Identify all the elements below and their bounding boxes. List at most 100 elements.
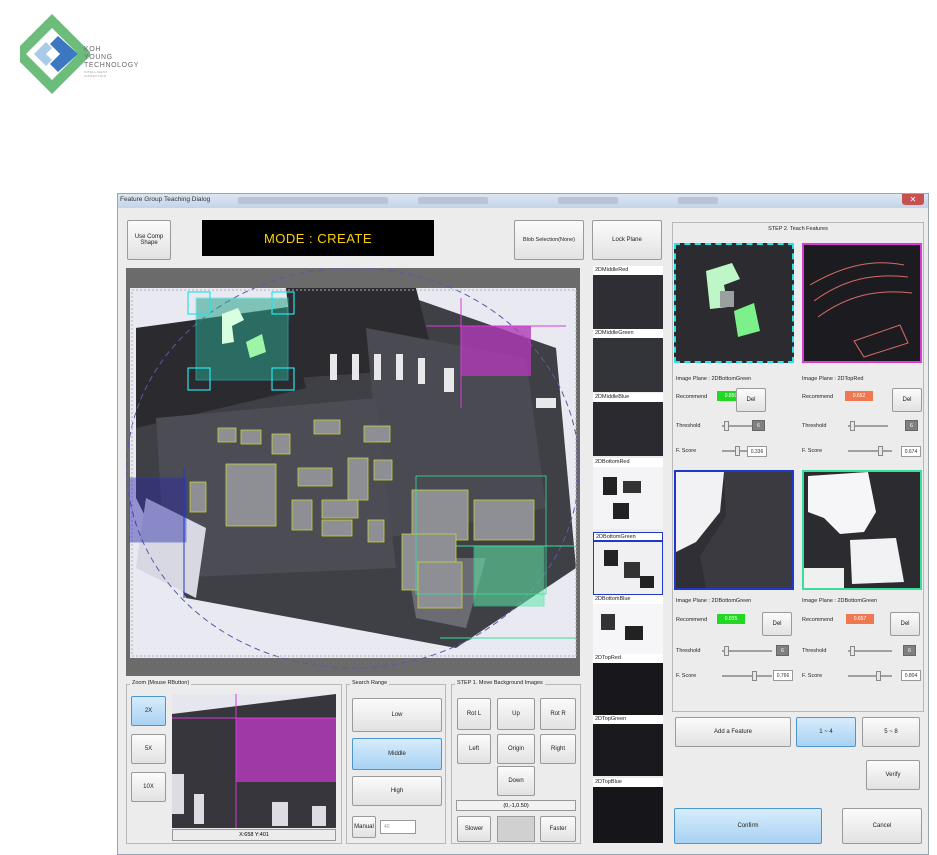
thumb-image[interactable] <box>593 338 663 392</box>
thumb-label[interactable]: 2DBottomBlue <box>593 595 663 604</box>
title-bar[interactable]: Feature Group Teaching Dialog ✕ <box>118 194 928 208</box>
feature-2-delete-button[interactable]: Del <box>892 388 922 412</box>
thumb-image[interactable] <box>593 663 663 715</box>
feature-2-fscore-slider[interactable] <box>848 446 892 456</box>
manual-input[interactable]: 40 <box>380 820 416 834</box>
search-low-button[interactable]: Low <box>352 698 442 732</box>
rotate-right-button[interactable]: Rot R <box>540 698 576 730</box>
search-high-button[interactable]: High <box>352 776 442 806</box>
lock-plane-button[interactable]: Lock Plane <box>592 220 662 260</box>
thumb-label[interactable]: 2DMiddleBlue <box>593 393 663 402</box>
zoom-5x-button[interactable]: 5X <box>131 734 166 764</box>
blob-selection-button[interactable]: Blob Selection(None) <box>514 220 584 260</box>
confirm-button[interactable]: Confirm <box>674 808 822 844</box>
zoom-coords: X:658 Y:401 <box>172 829 336 841</box>
threshold-label: Threshold <box>676 648 701 654</box>
feature-3-image[interactable] <box>674 470 794 590</box>
page-1-4-button[interactable]: 1 ~ 4 <box>796 717 856 747</box>
window-title: Feature Group Teaching Dialog <box>120 196 211 203</box>
feature-4-fscore-slider[interactable] <box>848 671 892 681</box>
feature-4-fscore-value: 0.804 <box>901 670 921 681</box>
thumb-label[interactable]: 2DBottomRed <box>593 458 663 467</box>
feature-4-image[interactable] <box>802 470 922 590</box>
feature-4-delete-button[interactable]: Del <box>890 612 920 636</box>
fscore-label: F. Score <box>676 673 697 679</box>
move-right-button[interactable]: Right <box>540 734 576 764</box>
slower-button[interactable]: Slower <box>457 816 491 842</box>
title-blur <box>558 197 618 204</box>
recommend-label: Recommend <box>802 394 834 400</box>
fscore-label: F. Score <box>802 448 823 454</box>
thumb-label[interactable]: 2DTopRed <box>593 654 663 663</box>
image-plane-list: 2DMiddleRed 2DMiddleGreen 2DMiddleBlue 2… <box>593 264 663 844</box>
move-up-button[interactable]: Up <box>497 698 535 730</box>
cancel-button[interactable]: Cancel <box>842 808 922 844</box>
feature-3-threshold-slider[interactable] <box>722 646 772 656</box>
feature-2-threshold-value: 6 <box>905 420 918 431</box>
title-blur <box>418 197 488 204</box>
rotate-left-button[interactable]: Rot L <box>457 698 491 730</box>
title-extra <box>678 197 718 204</box>
main-image-view[interactable] <box>126 268 580 676</box>
page-5-8-button[interactable]: 5 ~ 8 <box>862 717 920 747</box>
thumb-image[interactable] <box>593 787 663 843</box>
thumb-image[interactable] <box>593 604 663 654</box>
close-icon[interactable]: ✕ <box>902 194 924 205</box>
thumb-image[interactable] <box>593 467 663 529</box>
feature-2-fscore-value: 0.674 <box>901 446 921 457</box>
origin-button[interactable]: Origin <box>497 734 535 764</box>
feature-3-fscore-slider[interactable] <box>722 671 772 681</box>
feature-3-recommend: 0.835 <box>717 614 745 624</box>
feature-2-plane: Image Plane : 2DTopRed <box>802 376 864 382</box>
thumb-label-selected[interactable]: 2DBottomGreen <box>593 532 663 541</box>
thumb-label[interactable]: 2DTopBlue <box>593 778 663 787</box>
zoom-10x-button[interactable]: 10X <box>131 772 166 802</box>
threshold-label: Threshold <box>802 648 827 654</box>
zoom-2x-button[interactable]: 2X <box>131 696 166 726</box>
manual-button[interactable]: Manual <box>352 816 376 838</box>
thumb-image[interactable] <box>593 402 663 456</box>
search-middle-button[interactable]: Middle <box>352 738 442 770</box>
verify-button[interactable]: Verify <box>866 760 920 790</box>
feature-3-delete-button[interactable]: Del <box>762 612 792 636</box>
recommend-label: Recommend <box>676 394 708 400</box>
move-left-button[interactable]: Left <box>457 734 491 764</box>
feature-1-fscore-value: 0.336 <box>747 446 767 457</box>
faster-button[interactable]: Faster <box>540 816 576 842</box>
feature-3-plane: Image Plane : 2DBottomGreen <box>676 598 752 604</box>
title-blur <box>238 197 388 204</box>
step2-label: STEP 2. Teach Features <box>768 226 828 232</box>
feature-2-threshold-slider[interactable] <box>848 421 888 431</box>
mode-display: MODE : CREATE <box>202 220 434 256</box>
feature-1-plane: Image Plane : 2DBottomGreen <box>676 376 752 382</box>
add-feature-button[interactable]: Add a Feature <box>675 717 791 747</box>
zoom-preview <box>172 694 336 828</box>
fscore-label: F. Score <box>802 673 823 679</box>
feature-4-threshold-slider[interactable] <box>848 646 892 656</box>
speed-indicator <box>497 816 535 842</box>
step1-label: STEP 1. Move Background Images <box>455 680 545 686</box>
use-comp-shape-button[interactable]: Use Comp Shape <box>127 220 171 260</box>
feature-3-threshold-value: 6 <box>776 645 789 656</box>
recommend-label: Recommend <box>802 617 834 623</box>
feature-1-delete-button[interactable]: Del <box>736 388 766 412</box>
thumb-image[interactable] <box>593 724 663 776</box>
offset-display: (0,-1,0.50) <box>456 800 576 811</box>
zoom-label: Zoom (Mouse RButton) <box>130 680 192 686</box>
thumb-image[interactable] <box>593 541 663 595</box>
fscore-label: F. Score <box>676 448 697 454</box>
feature-2-image[interactable] <box>802 243 922 363</box>
threshold-label: Threshold <box>802 423 827 429</box>
feature-1-image[interactable] <box>674 243 794 363</box>
feature-3-fscore-value: 0.766 <box>773 670 793 681</box>
threshold-label: Threshold <box>676 423 701 429</box>
move-down-button[interactable]: Down <box>497 766 535 796</box>
thumb-label[interactable]: 2DMiddleGreen <box>593 329 663 338</box>
thumb-label[interactable]: 2DTopGreen <box>593 715 663 724</box>
thumb-label[interactable]: 2DMiddleRed <box>593 266 663 275</box>
feature-4-threshold-value: 6 <box>903 645 916 656</box>
thumb-image[interactable] <box>593 275 663 329</box>
feature-4-plane: Image Plane : 2DBottomGreen <box>802 598 878 604</box>
company-logo: KOH YOUNG TECHNOLOGY INTELLIGENT INSPECT… <box>20 14 180 94</box>
feature-2-recommend: 0.652 <box>845 391 873 401</box>
